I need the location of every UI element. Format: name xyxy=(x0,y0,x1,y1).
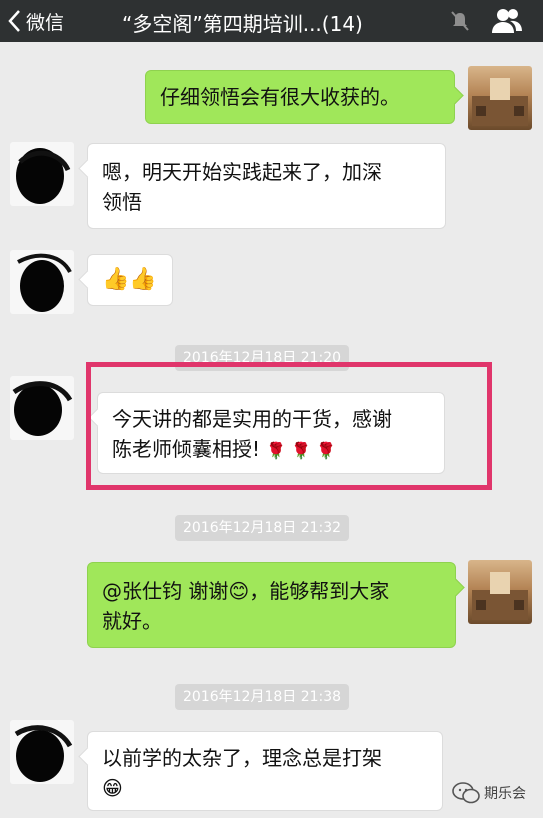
thumbs-up-emoji: 👍👍 xyxy=(102,267,157,292)
timestamp: 2016年12月18日 21:32 xyxy=(175,515,350,541)
back-button[interactable]: 微信 xyxy=(8,4,64,38)
chat-title: “多空阁”第四期培训...(14) xyxy=(122,12,363,36)
message-bubble-sent[interactable]: @张仕钧 谢谢😊，能够帮到大家 就好。 xyxy=(87,562,465,648)
watermark-text: 期乐会 xyxy=(484,786,526,802)
message-line-1: 以前学的太杂了，理念总是打架 xyxy=(102,746,382,770)
chat-header: 微信 “多空阁”第四期培训...(14) xyxy=(0,0,543,42)
self-avatar[interactable] xyxy=(468,66,532,130)
message-bubble-received[interactable]: 👍👍 xyxy=(78,254,173,306)
wechat-logo-icon xyxy=(452,782,480,804)
highlight-box xyxy=(86,362,492,490)
sender-avatar[interactable] xyxy=(10,250,74,314)
back-label: 微信 xyxy=(26,11,65,34)
message-line-2: 就好。 xyxy=(102,609,162,633)
message-line-1: 嗯，明天开始实践起来了，加深 xyxy=(102,160,382,184)
message-bubble-sent[interactable]: 仔细领悟会有很大收获的。 xyxy=(145,70,464,124)
sender-avatar[interactable] xyxy=(10,376,74,440)
group-members-icon[interactable] xyxy=(490,6,524,36)
watermark: 期乐会 xyxy=(452,782,526,804)
mute-icon xyxy=(451,11,469,31)
sender-avatar[interactable] xyxy=(10,720,74,784)
message-line-2: 😁 xyxy=(102,776,123,800)
sender-avatar[interactable] xyxy=(10,142,74,206)
chevron-left-icon xyxy=(8,10,20,32)
message-bubble-received[interactable]: 以前学的太杂了，理念总是打架 😁 xyxy=(78,731,443,811)
message-text: 仔细领悟会有很大收获的。 xyxy=(160,85,400,109)
timestamp: 2016年12月18日 21:38 xyxy=(175,684,350,710)
message-bubble-received[interactable]: 嗯，明天开始实践起来了，加深 领悟 xyxy=(78,143,446,229)
message-line-2: 领悟 xyxy=(102,190,142,214)
message-line-1: @张仕钧 谢谢😊，能够帮到大家 xyxy=(102,579,390,603)
self-avatar[interactable] xyxy=(468,560,532,624)
